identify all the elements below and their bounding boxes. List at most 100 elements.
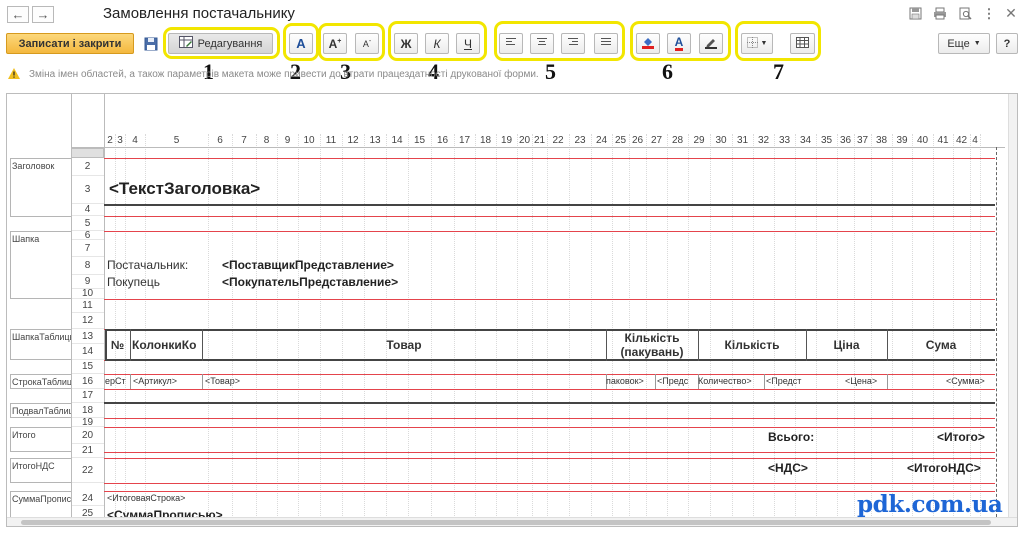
preview-icon[interactable] [956, 5, 974, 22]
column-number[interactable]: 22 [547, 134, 569, 147]
decrease-font-button[interactable]: A- [355, 33, 379, 54]
column-number[interactable]: 34 [795, 134, 816, 147]
row-number[interactable]: 20 [71, 427, 104, 444]
row-cell-pack-unit[interactable]: <Предс [657, 376, 698, 386]
save-icon[interactable] [142, 35, 160, 52]
close-icon[interactable]: ✕ [1002, 5, 1020, 22]
title-cell[interactable]: <ТекстЗаголовка> [109, 179, 260, 199]
row-number[interactable]: 12 [71, 313, 104, 329]
area-total[interactable]: Итого [10, 427, 71, 452]
column-number[interactable]: 13 [364, 134, 386, 147]
font-button[interactable]: A [289, 33, 313, 54]
column-number[interactable]: 33 [774, 134, 795, 147]
align-left-button[interactable] [499, 33, 523, 54]
help-button[interactable]: ? [996, 33, 1018, 54]
edit-mode-button[interactable]: Редагування [168, 33, 273, 54]
align-right-button[interactable] [561, 33, 585, 54]
column-number[interactable]: 37 [854, 134, 871, 147]
forward-button[interactable]: → [32, 6, 54, 23]
row-number[interactable]: 19 [71, 418, 104, 428]
row-number[interactable]: 17 [71, 389, 104, 403]
th-goods[interactable]: Товар [202, 329, 606, 361]
row-number[interactable]: 24 [71, 491, 104, 506]
total-label-cell[interactable]: Всього: [768, 430, 814, 444]
th-qty[interactable]: Кількість [698, 329, 806, 361]
column-number[interactable]: 21 [532, 134, 547, 147]
row-cell-packs[interactable]: паковок> [606, 376, 655, 386]
th-price[interactable]: Ціна [806, 329, 887, 361]
save-icon[interactable] [906, 5, 924, 22]
border-color-button[interactable] [699, 33, 723, 54]
column-number[interactable]: 42 [953, 134, 970, 147]
column-number[interactable]: 8 [256, 134, 277, 147]
vat-label-cell[interactable]: <НДС> [768, 461, 808, 475]
column-number[interactable]: 16 [431, 134, 454, 147]
row-number[interactable]: 2 [71, 158, 104, 176]
fill-color-button[interactable] [636, 33, 660, 54]
italic-button[interactable]: К [425, 33, 449, 54]
th-number[interactable]: № [105, 329, 130, 361]
spreadsheet-template[interactable]: 2 3 4 5 6 7 8 9 10 11 12 13 14 15 16 17 18 19 20 21 22 23 24 25… [6, 93, 1018, 527]
column-number[interactable]: 24 [591, 134, 612, 147]
align-center-button[interactable] [530, 33, 554, 54]
column-number[interactable]: 35 [816, 134, 837, 147]
column-number[interactable]: 29 [688, 134, 710, 147]
column-number[interactable]: 5 [145, 134, 208, 147]
row-cell-unit[interactable]: <Предст [766, 376, 808, 386]
column-number[interactable]: 17 [454, 134, 475, 147]
column-number[interactable]: 26 [629, 134, 646, 147]
row-number[interactable]: 18 [71, 403, 104, 418]
column-number[interactable]: 36 [837, 134, 854, 147]
row-number[interactable]: 11 [71, 299, 104, 313]
column-number[interactable]: 11 [320, 134, 342, 147]
kebab-menu-icon[interactable]: ⋮ [980, 5, 998, 22]
column-number[interactable]: 3 [115, 134, 125, 147]
text-color-button[interactable]: A [667, 33, 691, 54]
total-value-cell[interactable]: <Итого> [937, 430, 985, 444]
column-number[interactable]: 27 [646, 134, 667, 147]
column-number[interactable]: 6 [208, 134, 232, 147]
row-number[interactable]: 14 [71, 344, 104, 360]
column-number[interactable]: 12 [342, 134, 364, 147]
row-cell-line-number[interactable]: ерСт [105, 376, 130, 386]
row-number[interactable]: 21 [71, 444, 104, 458]
column-number[interactable]: 30 [710, 134, 732, 147]
horizontal-scrollbar-thumb[interactable] [21, 520, 991, 525]
buyer-label-cell[interactable]: Покупець [107, 275, 160, 289]
row-cell-article[interactable]: <Артикул> [133, 376, 177, 386]
row-number[interactable]: 22 [71, 458, 104, 483]
area-cap[interactable]: Шапка [10, 231, 71, 299]
row-cell-goods[interactable]: <Товар> [205, 376, 240, 386]
row-cell-price[interactable]: <Цена> [845, 376, 877, 386]
save-and-close-button[interactable]: Записати і закрити [6, 33, 134, 54]
underline-button[interactable]: Ч [456, 33, 480, 54]
row-number[interactable]: 4 [71, 204, 104, 216]
column-number[interactable]: 9 [277, 134, 298, 147]
th-sum[interactable]: Сума [887, 329, 995, 361]
th-code-columns[interactable]: КолонкиКо [130, 329, 202, 361]
row-number[interactable]: 7 [71, 240, 104, 257]
column-number[interactable]: 23 [569, 134, 591, 147]
column-number[interactable]: 32 [753, 134, 774, 147]
column-number[interactable]: 14 [386, 134, 408, 147]
area-table-header[interactable]: ШапкаТаблицы [10, 329, 71, 360]
area-table-row[interactable]: СтрокаТаблицы [10, 374, 71, 389]
borders-dropdown-button[interactable]: ▼ [741, 33, 773, 54]
column-number[interactable]: 18 [475, 134, 496, 147]
back-button[interactable]: ← [7, 6, 29, 23]
row-number[interactable]: 16 [71, 374, 104, 389]
column-number[interactable]: 15 [408, 134, 431, 147]
align-justify-button[interactable] [594, 33, 618, 54]
supplier-label-cell[interactable]: Постачальник: [107, 258, 188, 272]
print-icon[interactable] [931, 5, 949, 22]
row-number[interactable]: 6 [71, 231, 104, 241]
row-number[interactable]: 8 [71, 257, 104, 275]
merge-cells-button[interactable] [790, 33, 815, 54]
column-number[interactable]: 41 [933, 134, 953, 147]
column-number[interactable]: 25 [612, 134, 629, 147]
row-cell-quantity[interactable]: Количество> [698, 376, 764, 386]
column-number[interactable]: 28 [667, 134, 688, 147]
buyer-value-cell[interactable]: <ПокупательПредставление> [222, 275, 398, 289]
row-cell-sum[interactable]: <Сумма> [946, 376, 985, 386]
horizontal-scrollbar[interactable] [7, 517, 1017, 526]
